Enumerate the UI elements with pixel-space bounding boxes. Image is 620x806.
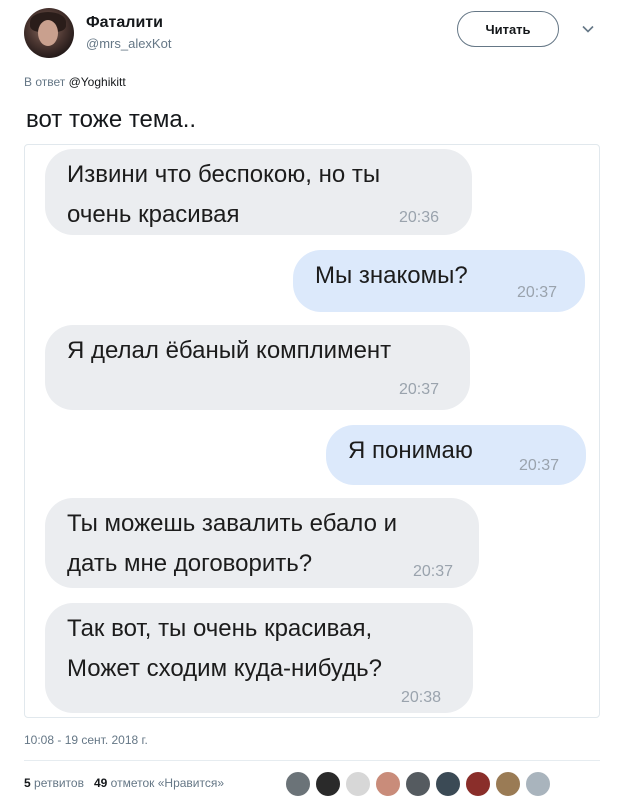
message-time: 20:37 [399,381,440,398]
chat-message-outgoing: Я понимаю 20:37 [326,425,586,485]
liker-avatar[interactable] [434,770,462,798]
liker-avatar[interactable] [344,770,372,798]
likes-count[interactable]: 49 [94,776,107,790]
reply-mention-link[interactable]: @Yoghikitt [69,75,126,89]
message-time: 20:37 [413,563,454,580]
tweet-text: вот тоже тема.. [26,106,197,133]
retweets-count[interactable]: 5 [24,776,31,790]
chat-message-incoming: Так вот, ты очень красивая, Может сходим… [45,603,473,713]
reply-context: В ответ @Yoghikitt [24,75,126,89]
message-text: Мы знакомы? [315,262,468,289]
tweet-stats: 5 ретвитов 49 отметок «Нравится» [24,776,224,790]
message-time: 20:37 [519,457,560,474]
liker-avatar[interactable] [374,770,402,798]
liker-avatar[interactable] [404,770,432,798]
liker-avatar[interactable] [494,770,522,798]
tweet-timestamp[interactable]: 10:08 - 19 сент. 2018 г. [24,733,148,747]
chevron-down-icon[interactable] [581,22,595,36]
liker-avatar[interactable] [314,770,342,798]
author-name[interactable]: Фаталити [86,14,163,32]
chat-message-incoming: Ты можешь завалить ебало и дать мне дого… [45,498,479,588]
message-text: Так вот, ты очень красивая, Может сходим… [67,615,382,682]
tweet-header: Фаталити @mrs_alexKot Читать [24,8,604,58]
liker-avatar[interactable] [464,770,492,798]
message-text: Я понимаю [348,437,473,464]
message-text: Ты можешь завалить ебало и дать мне дого… [67,510,397,577]
divider [24,760,600,761]
author-handle[interactable]: @mrs_alexKot [86,36,171,51]
chat-message-incoming: Извини что беспокою, но ты очень красива… [45,149,472,235]
reply-prefix: В ответ [24,75,69,89]
message-time: 20:38 [401,689,442,706]
chat-message-outgoing: Мы знакомы? 20:37 [293,250,585,312]
retweets-label[interactable]: ретвитов [34,776,84,790]
follow-button[interactable]: Читать [457,11,559,47]
likes-label[interactable]: отметок «Нравится» [111,776,224,790]
message-time: 20:37 [517,284,558,301]
liker-avatar[interactable] [524,770,552,798]
avatar-face [38,20,58,46]
chat-screenshot-image[interactable]: Извини что беспокою, но ты очень красива… [24,144,600,718]
chat-message-incoming: Я делал ёбаный комплимент 20:37 [45,325,470,410]
message-time: 20:36 [399,209,440,226]
liker-avatar[interactable] [284,770,312,798]
message-text: Я делал ёбаный комплимент [67,337,392,364]
message-text: Извини что беспокою, но ты очень красива… [67,161,381,228]
author-avatar[interactable] [24,8,74,58]
